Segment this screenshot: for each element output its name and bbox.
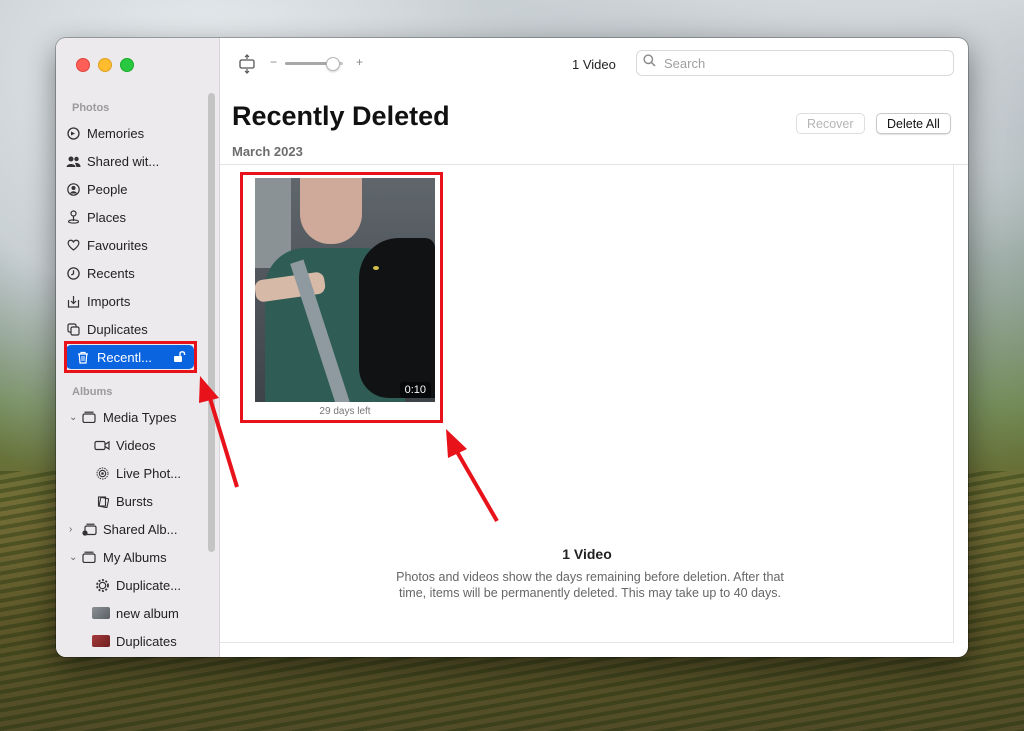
albums-section-header: Albums [72,386,113,398]
content-border [220,642,954,643]
video-camera-icon [93,440,111,451]
smart-album-gear-icon [93,578,111,592]
chevron-down-icon[interactable]: ⌄ [69,552,77,563]
sidebar-item-label: Recents [87,265,135,281]
search-input[interactable] [662,54,946,72]
album-thumbnail-icon [92,635,110,647]
sidebar-item-label: Duplicates [87,321,148,337]
sidebar-item-shared-with-you[interactable]: Shared wit... [64,149,212,173]
summary-title: 1 Video [562,546,612,562]
sidebar-item-media-types[interactable]: ⌄ Media Types [64,405,212,429]
toolbar: − + 1 Video [220,38,968,90]
sidebar-item-label: My Albums [103,549,167,565]
folder-icon [80,411,98,423]
sidebar-item-label: People [87,181,128,197]
sidebar-item-label: Places [87,209,127,225]
live-photo-icon [93,467,111,480]
sidebar-item-places[interactable]: Places [64,205,212,229]
sidebar-item-people[interactable]: People [64,177,212,201]
sidebar-item-label: Shared wit... [87,153,160,169]
sidebar-item-videos[interactable]: Videos [64,433,212,457]
sidebar-item-recents[interactable]: Recents [64,261,212,285]
photos-section-header: Photos [72,102,110,114]
sidebar-item-label: Shared Alb... [103,521,178,537]
zoom-out-icon[interactable]: − [270,55,277,69]
folder-icon [80,551,98,563]
sidebar-item-label: Media Types [103,409,177,425]
chevron-down-icon[interactable]: ⌄ [69,412,77,423]
sidebar-item-label: Imports [87,293,131,309]
sidebar-item-duplicates[interactable]: Duplicates [64,317,212,341]
search-field[interactable] [636,50,954,76]
sidebar-item-label: Live Phot... [116,465,182,481]
close-button[interactable] [76,58,90,72]
sidebar-item-label: Memories [87,125,145,141]
sidebar-item-label: Favourites [87,237,148,253]
aspect-toggle-icon[interactable] [238,54,256,79]
sidebar-scrollbar[interactable] [208,93,215,552]
chevron-right-icon[interactable]: › [69,524,72,535]
zoom-slider-fill [285,62,333,65]
delete-all-button[interactable]: Delete All [876,113,951,134]
zoom-in-icon[interactable]: + [356,55,363,69]
highlight-box-sidebar [64,341,197,373]
album-thumbnail-icon [92,607,110,619]
content-border [953,165,954,643]
window-controls [76,58,134,72]
sidebar-item-favourites[interactable]: Favourites [64,233,212,257]
bursts-icon [93,495,111,508]
sidebar-item-memories[interactable]: Memories [64,121,212,145]
sidebar-item-duplicates-album[interactable]: Duplicates [64,629,212,653]
highlight-box-video [240,172,443,423]
sidebar-item-bursts[interactable]: Bursts [64,489,212,513]
sidebar-item-label: new album [116,605,179,621]
sidebar-item-label: Bursts [116,493,153,509]
sidebar-item-duplicate-smart-album[interactable]: Duplicate... [64,573,212,597]
item-count-label: 1 Video [572,57,616,72]
heart-icon [64,239,82,251]
recover-button[interactable]: Recover [796,113,865,134]
date-section-label: March 2023 [232,144,303,159]
zoom-slider[interactable] [285,57,343,71]
import-icon [64,295,82,308]
sidebar-item-my-albums[interactable]: ⌄ My Albums [64,545,212,569]
zoom-button[interactable] [120,58,134,72]
memories-icon [64,126,82,140]
sidebar-item-label: Duplicates [116,633,177,649]
page-title: Recently Deleted [232,101,450,131]
shared-albums-icon [80,523,98,536]
sidebar-item-shared-albums[interactable]: › Shared Alb... [64,517,212,541]
zoom-slider-knob[interactable] [326,57,341,71]
sidebar-item-label: Duplicate... [116,577,182,593]
people-icon [64,182,82,196]
clock-icon [64,266,82,280]
shared-with-you-icon [64,155,82,168]
search-icon [643,54,656,72]
sidebar-item-imports[interactable]: Imports [64,289,212,313]
duplicates-icon [64,322,82,336]
places-icon [64,210,82,224]
sidebar-item-new-album[interactable]: new album [64,601,212,625]
sidebar-item-label: Videos [116,437,156,453]
minimize-button[interactable] [98,58,112,72]
summary-description: Photos and videos show the days remainin… [396,570,784,600]
sidebar-item-live-photos[interactable]: Live Phot... [64,461,212,485]
header-divider [220,164,968,165]
